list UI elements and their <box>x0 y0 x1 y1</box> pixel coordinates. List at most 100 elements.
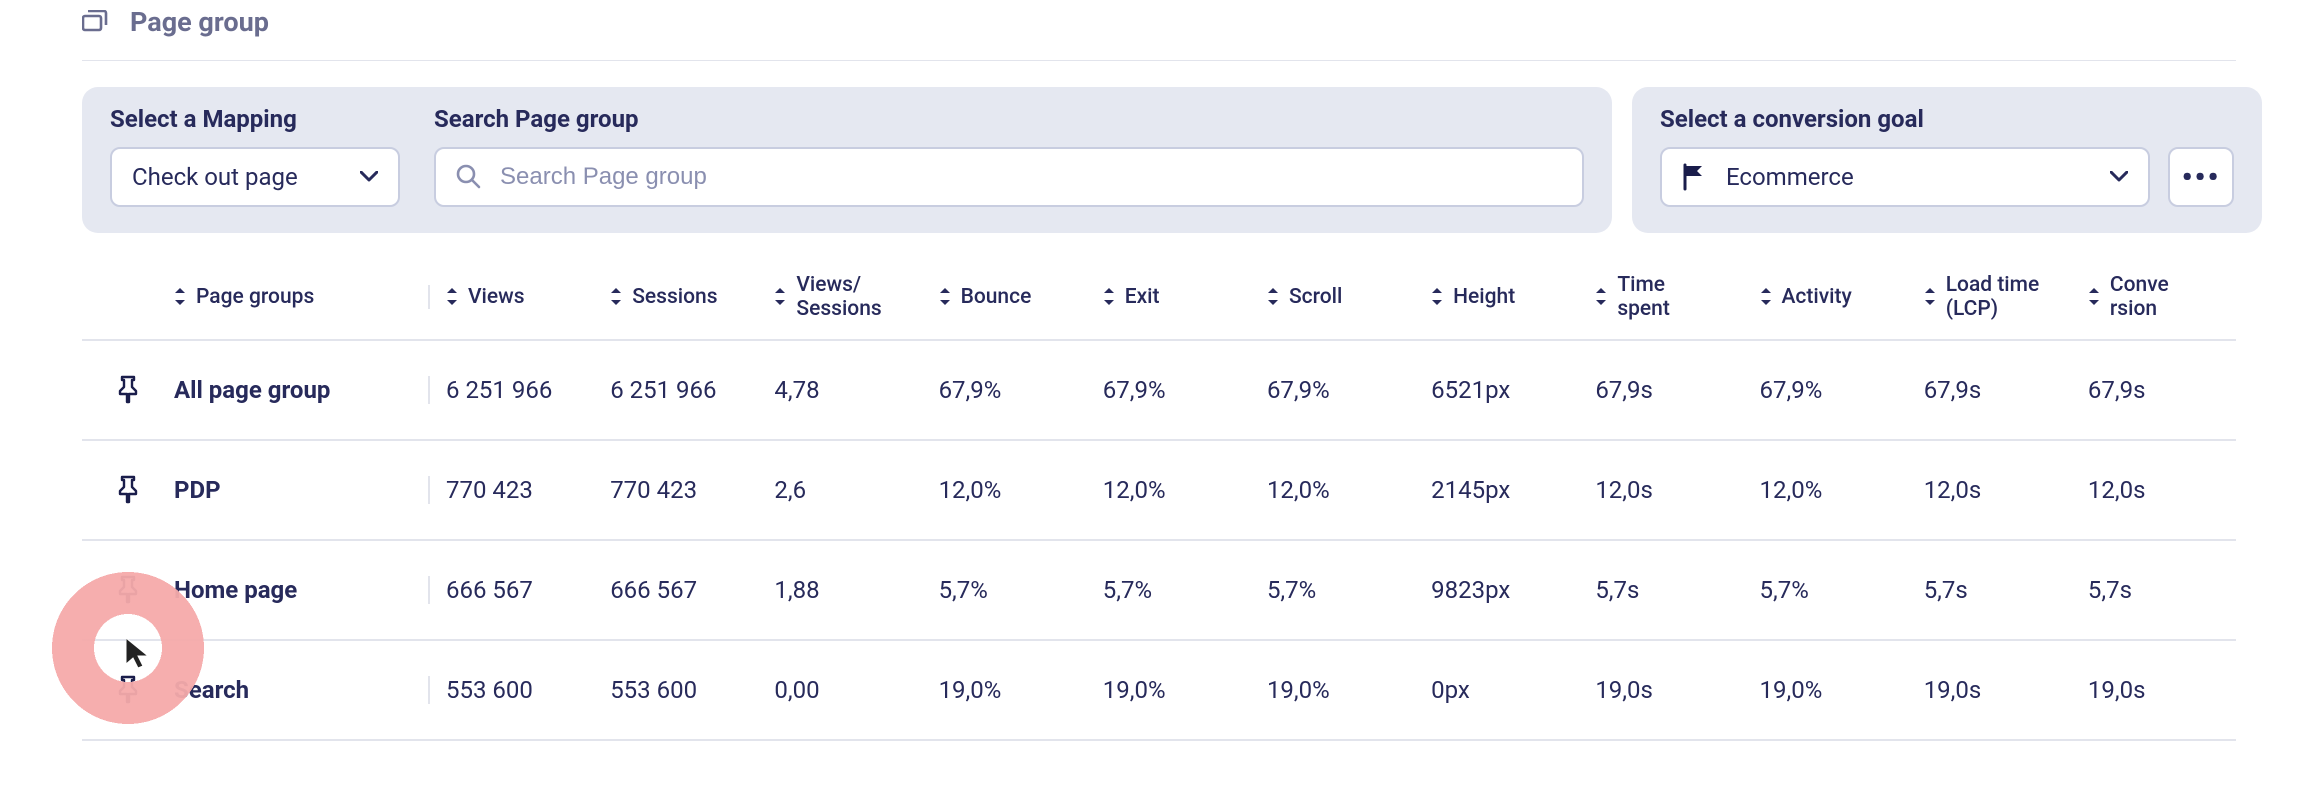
sort-icon <box>1267 288 1279 306</box>
chevron-down-icon <box>360 171 378 183</box>
cell-sessions: 770 423 <box>594 476 758 504</box>
header-page-groups[interactable]: Page groups <box>174 285 430 309</box>
table-row[interactable]: Search553 600553 6000,0019,0%19,0%19,0%0… <box>82 641 2236 741</box>
goal-label: Select a conversion goal <box>1660 105 2234 133</box>
cell-load_time: 5,7s <box>1908 576 2072 604</box>
row-name[interactable]: Home page <box>174 576 430 604</box>
table-header: Page groups Views Sessions Views/ Sessio… <box>82 255 2236 341</box>
header-time-spent[interactable]: Time spent <box>1579 273 1743 321</box>
cell-sessions: 666 567 <box>594 576 758 604</box>
header-activity[interactable]: Activity <box>1744 285 1908 309</box>
cell-views: 553 600 <box>430 676 594 704</box>
cell-time_spent: 19,0s <box>1579 676 1743 704</box>
cell-scroll: 5,7% <box>1251 576 1415 604</box>
cell-views_sess: 1,88 <box>758 576 922 604</box>
cell-activity: 12,0% <box>1744 476 1908 504</box>
cell-sessions: 6 251 966 <box>594 376 758 404</box>
filters-left-panel: Select a Mapping Check out page Search P… <box>82 87 1612 233</box>
cell-time_spent: 12,0s <box>1579 476 1743 504</box>
pin-button[interactable] <box>82 575 174 605</box>
cell-views: 666 567 <box>430 576 594 604</box>
mapping-field: Select a Mapping Check out page <box>110 105 400 207</box>
header-load-time[interactable]: Load time (LCP) <box>1908 273 2072 321</box>
search-label: Search Page group <box>434 105 1584 133</box>
cell-conversion: 67,9s <box>2072 376 2236 404</box>
cell-height: 6521px <box>1415 376 1579 404</box>
cell-views_sess: 0,00 <box>758 676 922 704</box>
sort-icon <box>446 288 458 306</box>
cell-bounce: 19,0% <box>923 676 1087 704</box>
filters: Select a Mapping Check out page Search P… <box>82 87 2236 233</box>
cell-views: 770 423 <box>430 476 594 504</box>
goal-value: Ecommerce <box>1726 163 2092 191</box>
more-button[interactable]: ••• <box>2168 147 2234 207</box>
pin-icon <box>116 375 140 405</box>
sort-icon <box>939 288 951 306</box>
row-name[interactable]: Search <box>174 676 430 704</box>
cell-scroll: 12,0% <box>1251 476 1415 504</box>
sort-icon <box>610 288 622 306</box>
header-exit[interactable]: Exit <box>1087 285 1251 309</box>
header-scroll[interactable]: Scroll <box>1251 285 1415 309</box>
cell-load_time: 67,9s <box>1908 376 2072 404</box>
header-views-sessions[interactable]: Views/ Sessions <box>758 273 922 321</box>
pin-button[interactable] <box>82 675 174 705</box>
header-conversion[interactable]: Conve rsion <box>2072 273 2236 321</box>
sort-icon <box>1431 288 1443 306</box>
row-name[interactable]: All page group <box>174 376 430 404</box>
search-icon <box>456 164 482 190</box>
cell-time_spent: 67,9s <box>1579 376 1743 404</box>
header-height[interactable]: Height <box>1415 285 1579 309</box>
header-views[interactable]: Views <box>430 285 594 309</box>
search-input[interactable] <box>498 162 1562 192</box>
header-sessions[interactable]: Sessions <box>594 285 758 309</box>
cell-views: 6 251 966 <box>430 376 594 404</box>
table-row[interactable]: Home page666 567666 5671,885,7%5,7%5,7%9… <box>82 541 2236 641</box>
cell-activity: 67,9% <box>1744 376 1908 404</box>
cell-bounce: 12,0% <box>923 476 1087 504</box>
cell-exit: 5,7% <box>1087 576 1251 604</box>
cell-exit: 67,9% <box>1087 376 1251 404</box>
mapping-select[interactable]: Check out page <box>110 147 400 207</box>
mapping-label: Select a Mapping <box>110 105 400 133</box>
pin-icon <box>116 475 140 505</box>
cell-sessions: 553 600 <box>594 676 758 704</box>
row-name[interactable]: PDP <box>174 476 430 504</box>
cell-exit: 19,0% <box>1087 676 1251 704</box>
table-body: All page group6 251 9666 251 9664,7867,9… <box>82 341 2236 741</box>
goal-select[interactable]: Ecommerce <box>1660 147 2150 207</box>
sort-icon <box>174 288 186 306</box>
cell-activity: 19,0% <box>1744 676 1908 704</box>
cell-load_time: 19,0s <box>1908 676 2072 704</box>
page-group-icon <box>82 10 112 34</box>
cell-height: 2145px <box>1415 476 1579 504</box>
table-row[interactable]: All page group6 251 9666 251 9664,7867,9… <box>82 341 2236 441</box>
page-title: Page group <box>130 6 269 38</box>
sort-icon <box>774 288 786 306</box>
pin-icon <box>116 675 140 705</box>
cell-conversion: 5,7s <box>2072 576 2236 604</box>
cell-height: 9823px <box>1415 576 1579 604</box>
cell-bounce: 5,7% <box>923 576 1087 604</box>
sort-icon <box>1760 288 1772 306</box>
cell-bounce: 67,9% <box>923 376 1087 404</box>
cell-load_time: 12,0s <box>1908 476 2072 504</box>
cell-activity: 5,7% <box>1744 576 1908 604</box>
cell-height: 0px <box>1415 676 1579 704</box>
sort-icon <box>1595 288 1607 306</box>
filters-right-panel: Select a conversion goal Ecommerce ••• <box>1632 87 2262 233</box>
pin-button[interactable] <box>82 375 174 405</box>
search-input-wrap[interactable] <box>434 147 1584 207</box>
cell-views_sess: 2,6 <box>758 476 922 504</box>
table-row[interactable]: PDP770 423770 4232,612,0%12,0%12,0%2145p… <box>82 441 2236 541</box>
cell-exit: 12,0% <box>1087 476 1251 504</box>
sort-icon <box>1924 288 1936 306</box>
goal-field: Select a conversion goal Ecommerce ••• <box>1660 105 2234 207</box>
data-table: Page groups Views Sessions Views/ Sessio… <box>82 255 2236 741</box>
sort-icon <box>2088 288 2100 306</box>
cell-scroll: 67,9% <box>1251 376 1415 404</box>
header-bounce[interactable]: Bounce <box>923 285 1087 309</box>
cell-conversion: 12,0s <box>2072 476 2236 504</box>
page-title-row: Page group <box>82 0 2236 61</box>
pin-button[interactable] <box>82 475 174 505</box>
